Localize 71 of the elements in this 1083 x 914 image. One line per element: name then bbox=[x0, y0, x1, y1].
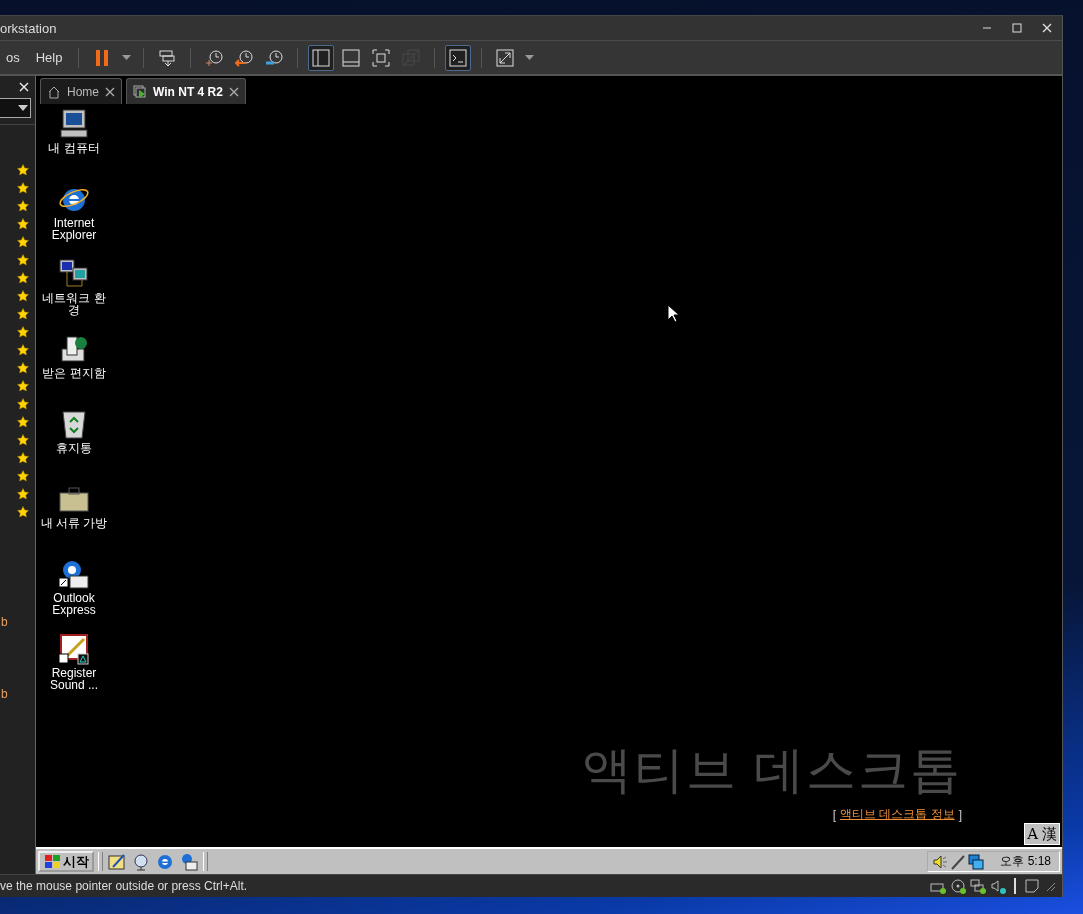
desktop-pen-icon bbox=[108, 852, 126, 871]
vm-play-icon bbox=[133, 84, 147, 99]
network-screens-icon bbox=[968, 853, 985, 870]
clock-plus-icon bbox=[205, 48, 224, 67]
close-icon bbox=[228, 86, 239, 97]
pen-icon bbox=[950, 853, 967, 870]
clock: 오후 5:18 bbox=[1000, 853, 1051, 870]
tab[interactable]: Home bbox=[40, 78, 122, 104]
icon-label[interactable]: 내 서류 가방 bbox=[37, 517, 111, 529]
close-button[interactable] bbox=[105, 86, 115, 97]
speaker-icon bbox=[932, 853, 949, 870]
ime-hanja-key[interactable]: 漢 bbox=[1040, 824, 1059, 844]
document-pen-icon bbox=[58, 633, 90, 665]
info-link[interactable]: 액티브 데스크톱 정보 bbox=[840, 806, 955, 823]
terminal-icon bbox=[449, 48, 468, 67]
menu-item[interactable]: os bbox=[0, 44, 26, 71]
expand-icon bbox=[496, 48, 515, 67]
tray-item[interactable] bbox=[968, 853, 985, 870]
email-icon bbox=[180, 852, 198, 871]
resize-grip-icon bbox=[1044, 880, 1056, 892]
disc-icon[interactable] bbox=[950, 878, 966, 894]
satellite-dish-icon bbox=[132, 852, 150, 871]
sidebar-layout-icon bbox=[312, 48, 331, 67]
close-icon bbox=[19, 82, 29, 92]
icon-label[interactable]: 내 컴퓨터 bbox=[37, 142, 111, 154]
toolbar-button[interactable] bbox=[308, 44, 335, 71]
tray-item[interactable] bbox=[932, 853, 949, 870]
bracket: [ bbox=[832, 807, 836, 822]
bracket: ] bbox=[958, 807, 962, 822]
note-icon[interactable] bbox=[1024, 878, 1040, 894]
status-message: ve the mouse pointer outside or press Ctrl+Alt. bbox=[0, 879, 249, 893]
icon-label[interactable]: 받은 편지함 bbox=[37, 367, 111, 379]
clock-wrench-icon bbox=[265, 48, 284, 67]
mouse-cursor-icon bbox=[667, 304, 679, 323]
speaker-icon[interactable] bbox=[990, 878, 1006, 894]
icon-label[interactable]: 네트워크 환경 bbox=[37, 292, 111, 316]
email-shortcut-icon bbox=[58, 558, 90, 590]
menu-item[interactable]: Help bbox=[29, 44, 69, 71]
panel-layout-icon bbox=[342, 48, 361, 67]
clock-arrow-icon bbox=[235, 48, 254, 67]
watermark-text: 액티브 데스크톱 bbox=[582, 741, 962, 800]
icon-label[interactable]: Internet Explorer bbox=[37, 217, 111, 241]
inbox-icon bbox=[58, 333, 90, 365]
tab[interactable]: Win NT 4 R2 bbox=[126, 78, 246, 104]
close-icon bbox=[105, 86, 115, 97]
icon-label[interactable]: Register Sound ... bbox=[37, 667, 111, 691]
maximize-icon bbox=[1012, 23, 1022, 33]
keyboard-arrow-icon bbox=[158, 48, 177, 67]
ime-indicator[interactable]: A 漢 bbox=[1024, 823, 1060, 845]
fullscreen-icon bbox=[372, 48, 391, 67]
close-button[interactable] bbox=[228, 86, 239, 97]
dropdown[interactable] bbox=[0, 98, 31, 118]
home-icon bbox=[47, 84, 61, 99]
network-icon[interactable] bbox=[970, 878, 986, 894]
windows-logo-icon bbox=[43, 853, 61, 870]
caret-icon bbox=[16, 104, 30, 112]
icon-label[interactable]: Outlook Express bbox=[37, 592, 111, 616]
window-title: orkstation bbox=[0, 20, 58, 36]
letter-e-globe-icon bbox=[156, 852, 174, 871]
quick-launch-button[interactable] bbox=[131, 851, 151, 872]
tray-item[interactable] bbox=[950, 853, 967, 870]
networked-computers-icon bbox=[58, 258, 90, 290]
item-text: b bbox=[1, 687, 8, 701]
start-button[interactable]: 시작 bbox=[38, 851, 94, 872]
icon-label[interactable]: 휴지통 bbox=[37, 442, 111, 454]
quick-launch-button[interactable] bbox=[179, 851, 199, 872]
toolbar-button[interactable] bbox=[445, 44, 472, 71]
computer-icon bbox=[58, 108, 90, 140]
pause-icon bbox=[95, 48, 110, 67]
item-text: b bbox=[1, 615, 8, 629]
close-icon bbox=[1042, 23, 1052, 33]
